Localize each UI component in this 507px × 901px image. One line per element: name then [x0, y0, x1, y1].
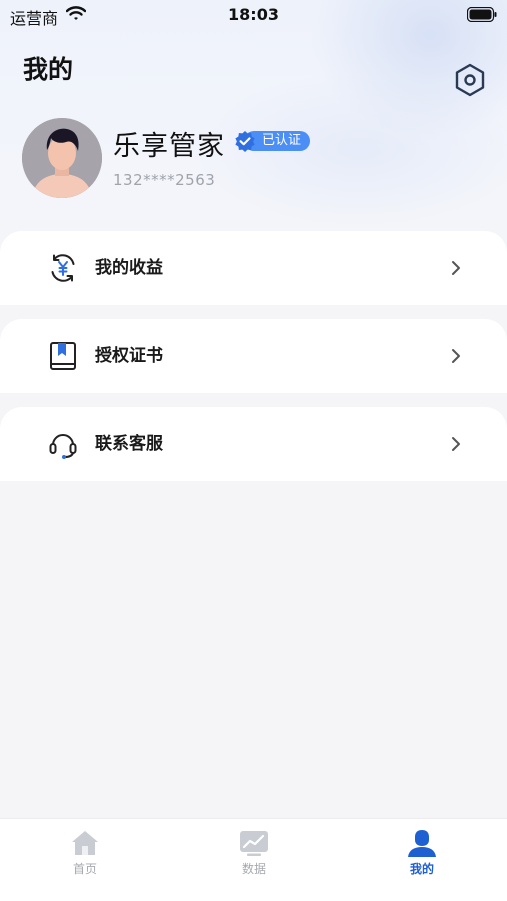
verified-check-icon: [235, 131, 255, 152]
menu-item-income[interactable]: 我的收益: [0, 231, 507, 305]
status-bar: 运营商 18:03: [0, 0, 507, 30]
settings-hex-icon: [455, 63, 485, 97]
phone-number: 132****2563: [113, 171, 216, 189]
clock: 18:03: [228, 5, 279, 24]
tab-label: 首页: [72, 862, 97, 876]
menu-item-customer-service[interactable]: 联系客服: [0, 407, 507, 481]
menu-item-label: 授权证书: [95, 346, 163, 366]
chevron-right-icon: [452, 349, 460, 363]
avatar[interactable]: [22, 118, 102, 198]
page-title: 我的: [23, 55, 74, 84]
verified-badge: 已认证: [234, 130, 311, 152]
chevron-right-icon: [452, 437, 460, 451]
settings-button[interactable]: [454, 63, 486, 97]
tab-home[interactable]: 首页: [35, 829, 135, 877]
home-icon: [72, 831, 98, 855]
user-name: 乐享管家: [113, 131, 225, 162]
tab-data[interactable]: 数据: [204, 829, 304, 877]
menu-item-certificate[interactable]: 授权证书: [0, 319, 507, 393]
tab-bar: 首页 数据 我的: [0, 818, 507, 901]
user-icon: [408, 830, 436, 857]
income-yuan-icon: [48, 253, 78, 283]
certificate-book-icon: [48, 341, 78, 371]
headset-icon: [48, 429, 78, 459]
menu-item-label: 联系客服: [95, 434, 163, 454]
menu-item-label: 我的收益: [95, 258, 163, 278]
battery-icon: [466, 6, 497, 26]
tab-mine[interactable]: 我的: [372, 829, 472, 877]
chevron-right-icon: [452, 261, 460, 275]
tab-label: 数据: [241, 862, 266, 876]
tab-label: 我的: [409, 862, 434, 876]
chart-icon: [240, 831, 268, 856]
